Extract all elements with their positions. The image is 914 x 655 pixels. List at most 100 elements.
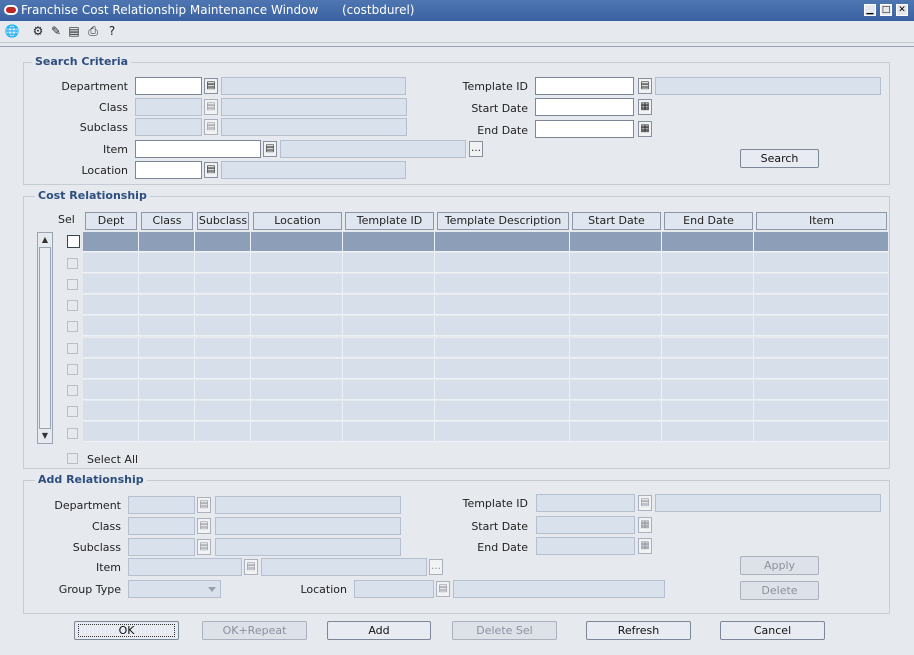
add-template-id-lov-button[interactable]: ▤ [638, 495, 652, 511]
add-button[interactable]: Add [327, 621, 431, 640]
search-class-lov-button[interactable]: ▤ [204, 99, 218, 115]
search-location-lov-button[interactable]: ▤ [204, 162, 218, 178]
oracle-logo-icon [4, 5, 18, 15]
search-button[interactable]: Search [740, 149, 819, 168]
add-subclass-input[interactable] [128, 538, 195, 556]
search-item-lov-button[interactable]: ▤ [263, 141, 277, 157]
help-icon[interactable]: ? [104, 23, 120, 39]
add-class-lov-button[interactable]: ▤ [197, 518, 211, 534]
row-select-checkbox[interactable] [67, 406, 78, 417]
delete-button[interactable]: Delete [740, 581, 819, 600]
add-subclass-lov-button[interactable]: ▤ [197, 539, 211, 555]
search-department-input[interactable] [135, 77, 202, 95]
add-item-comment-icon[interactable]: … [429, 559, 443, 575]
add-start-date-calendar-icon[interactable]: ▦ [638, 517, 652, 533]
list-icon[interactable]: ▤ [66, 23, 82, 39]
column-header-class[interactable]: Class [141, 212, 193, 230]
search-department-label: Department [61, 80, 128, 93]
cost-relationship-title: Cost Relationship [35, 189, 150, 202]
delete-sel-button[interactable]: Delete Sel [452, 621, 557, 640]
scroll-down-icon[interactable]: ▼ [40, 431, 50, 441]
search-item-comment-icon[interactable]: … [469, 141, 483, 157]
table-row[interactable] [83, 253, 888, 273]
add-item-desc [261, 558, 427, 576]
search-subclass-input[interactable] [135, 118, 202, 136]
edit-icon[interactable]: ✎ [48, 23, 64, 39]
minimize-button[interactable]: ▁ [864, 4, 876, 16]
scroll-up-icon[interactable]: ▲ [40, 235, 50, 245]
search-start-date-calendar-icon[interactable]: ▦ [638, 99, 652, 115]
apply-button[interactable]: Apply [740, 556, 819, 575]
column-header-item[interactable]: Item [756, 212, 887, 230]
row-select-checkbox[interactable] [67, 321, 78, 332]
refresh-button[interactable]: Refresh [586, 621, 691, 640]
column-header-start-date[interactable]: Start Date [572, 212, 661, 230]
column-header-template-description[interactable]: Template Description [437, 212, 569, 230]
print-icon[interactable]: ⎙ [85, 23, 101, 39]
globe-icon[interactable]: 🌐 [4, 23, 20, 39]
ok-button[interactable]: OK [74, 621, 179, 640]
search-template-id-lov-button[interactable]: ▤ [638, 78, 652, 94]
search-end-date-input[interactable] [535, 120, 634, 138]
column-header-dept[interactable]: Dept [85, 212, 137, 230]
search-start-date-input[interactable] [535, 98, 634, 116]
row-select-checkbox[interactable] [67, 258, 78, 269]
add-group-type-label: Group Type [58, 583, 121, 596]
search-location-input[interactable] [135, 161, 202, 179]
table-row[interactable] [83, 422, 888, 442]
table-row[interactable] [83, 359, 888, 379]
cancel-button[interactable]: Cancel [720, 621, 825, 640]
row-select-checkbox[interactable] [67, 300, 78, 311]
table-row[interactable] [83, 295, 888, 315]
column-header-subclass[interactable]: Subclass [197, 212, 249, 230]
search-subclass-lov-button[interactable]: ▤ [204, 119, 218, 135]
add-class-label: Class [92, 520, 121, 533]
table-row[interactable] [83, 338, 888, 358]
add-end-date-calendar-icon[interactable]: ▦ [638, 538, 652, 554]
search-end-date-calendar-icon[interactable]: ▦ [638, 121, 652, 137]
add-subclass-desc [215, 538, 401, 556]
row-select-checkbox[interactable] [67, 428, 78, 439]
row-select-checkbox[interactable] [67, 343, 78, 354]
column-header-end-date[interactable]: End Date [664, 212, 753, 230]
search-item-input[interactable] [135, 140, 261, 158]
search-department-lov-button[interactable]: ▤ [204, 78, 218, 94]
add-item-input[interactable] [128, 558, 242, 576]
add-subclass-label: Subclass [72, 541, 121, 554]
add-group-type-select[interactable] [128, 580, 221, 598]
action-icon[interactable]: ⚙ [30, 23, 46, 39]
window-module: (costbdurel) [342, 3, 415, 17]
row-select-checkbox[interactable] [67, 279, 78, 290]
select-all-checkbox[interactable] [67, 453, 78, 464]
table-row[interactable] [83, 274, 888, 294]
table-row[interactable] [83, 401, 888, 421]
table-row[interactable] [83, 232, 888, 252]
maximize-button[interactable]: □ [880, 4, 892, 16]
add-end-date-input[interactable] [536, 537, 635, 555]
ok-repeat-button[interactable]: OK+Repeat [202, 621, 307, 640]
column-header-template-id[interactable]: Template ID [345, 212, 434, 230]
add-location-lov-button[interactable]: ▤ [436, 581, 450, 597]
table-row[interactable] [83, 316, 888, 336]
select-all-label: Select All [87, 453, 139, 466]
close-button[interactable]: ✕ [896, 4, 908, 16]
search-class-desc [221, 98, 407, 116]
add-start-date-input[interactable] [536, 516, 635, 534]
add-template-id-input[interactable] [536, 494, 635, 512]
add-location-input[interactable] [354, 580, 434, 598]
grid-vertical-scrollbar[interactable]: ▲ ▼ [37, 232, 53, 444]
add-department-label: Department [54, 499, 121, 512]
add-department-lov-button[interactable]: ▤ [197, 497, 211, 513]
table-row[interactable] [83, 380, 888, 400]
add-relationship-title: Add Relationship [35, 473, 147, 486]
scroll-thumb[interactable] [39, 247, 51, 429]
column-header-location[interactable]: Location [253, 212, 342, 230]
search-class-input[interactable] [135, 98, 202, 116]
row-select-checkbox[interactable] [67, 235, 80, 248]
row-select-checkbox[interactable] [67, 364, 78, 375]
add-item-lov-button[interactable]: ▤ [244, 559, 258, 575]
search-template-id-input[interactable] [535, 77, 634, 95]
add-department-input[interactable] [128, 496, 195, 514]
add-class-input[interactable] [128, 517, 195, 535]
row-select-checkbox[interactable] [67, 385, 78, 396]
